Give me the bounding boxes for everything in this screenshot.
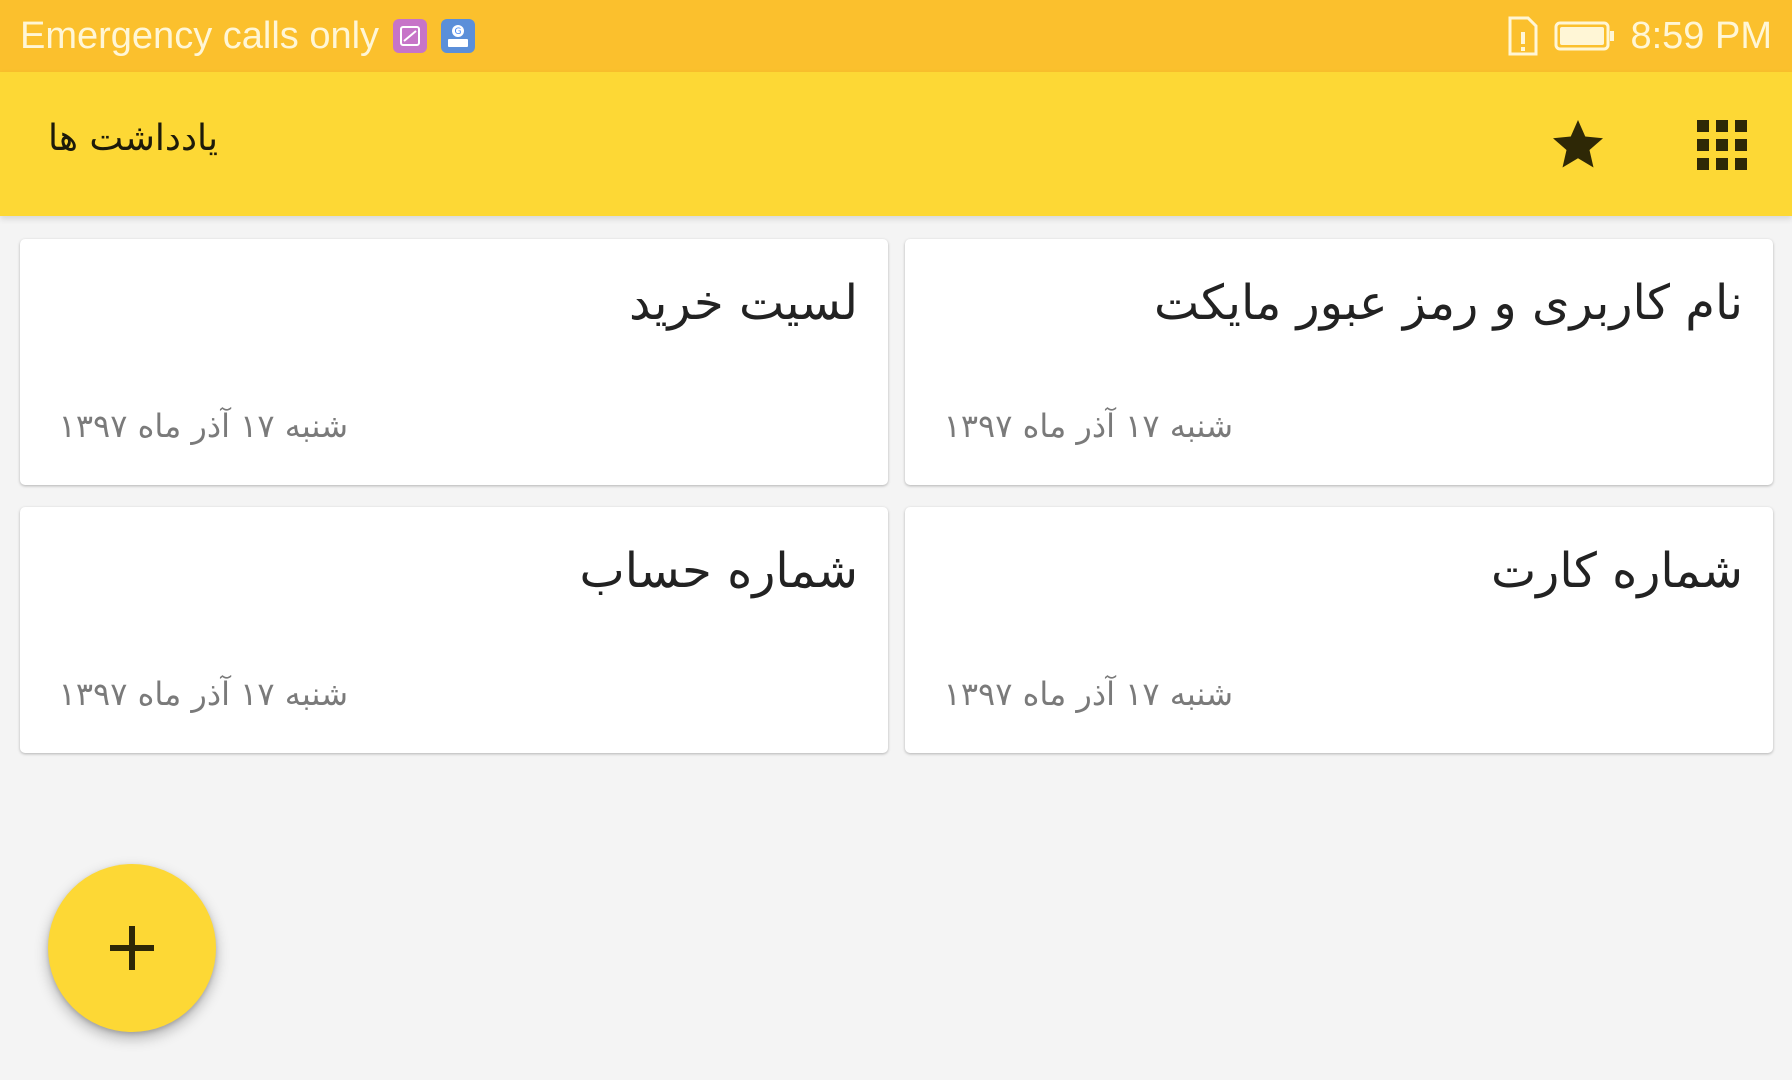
note-date: شنبه ۱۷ آذر ماه ۱۳۹۷	[58, 407, 348, 445]
note-card[interactable]: شماره حساب شنبه ۱۷ آذر ماه ۱۳۹۷	[20, 507, 888, 753]
grid-view-icon	[1697, 120, 1747, 170]
favorites-button[interactable]	[1540, 112, 1616, 178]
note-card[interactable]: لسیت خرید شنبه ۱۷ آذر ماه ۱۳۹۷	[20, 239, 888, 485]
svg-text:G: G	[455, 27, 462, 37]
add-note-button[interactable]	[48, 864, 216, 1032]
note-title: لسیت خرید	[628, 275, 858, 331]
note-title: شماره کارت	[1490, 543, 1743, 599]
clock-text: 8:59 PM	[1630, 14, 1772, 57]
note-card[interactable]: نام کاربری و رمز عبور مایکت شنبه ۱۷ آذر …	[905, 239, 1773, 485]
sim-alert-icon	[1506, 16, 1540, 56]
status-left: Emergency calls only G	[20, 14, 476, 58]
note-title: نام کاربری و رمز عبور مایکت	[1153, 275, 1743, 331]
star-icon	[1553, 120, 1603, 168]
grid-view-button[interactable]	[1684, 112, 1760, 178]
note-title: شماره حساب	[579, 543, 858, 599]
battery-icon	[1554, 19, 1616, 53]
page-title: یادداشت ها	[48, 118, 218, 159]
note-date: شنبه ۱۷ آذر ماه ۱۳۹۷	[58, 675, 348, 713]
carrier-status-text: Emergency calls only	[20, 14, 380, 57]
app-bar: یادداشت ها	[0, 72, 1792, 216]
gallery-notification-icon	[393, 19, 428, 53]
gboard-notification-icon: G	[441, 19, 476, 53]
status-right: 8:59 PM	[1506, 15, 1772, 58]
plus-icon	[110, 926, 154, 970]
note-card[interactable]: شماره کارت شنبه ۱۷ آذر ماه ۱۳۹۷	[905, 507, 1773, 753]
note-date: شنبه ۱۷ آذر ماه ۱۳۹۷	[943, 675, 1233, 713]
note-date: شنبه ۱۷ آذر ماه ۱۳۹۷	[943, 407, 1233, 445]
status-bar: Emergency calls only G 8:59 PM	[0, 0, 1792, 72]
